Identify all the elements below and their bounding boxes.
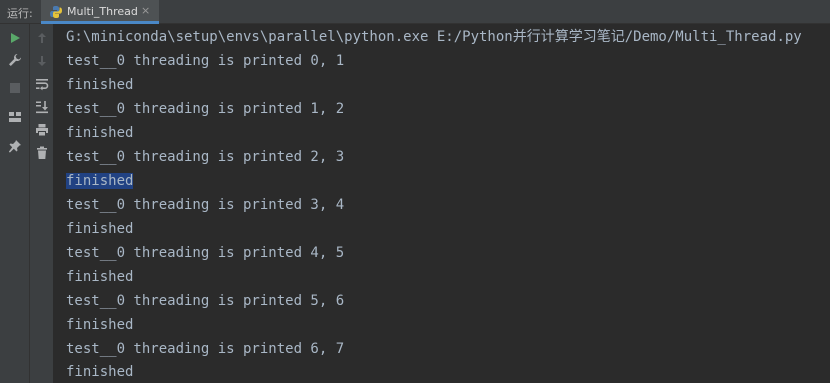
console-line: test__0 threading is printed 6, 7 <box>66 341 345 357</box>
pin-icon[interactable] <box>7 138 23 154</box>
console-line: test__0 threading is printed 1, 2 <box>66 101 345 117</box>
console-line: test__0 threading is printed 2, 3 <box>66 149 345 165</box>
text-selection: finished <box>66 173 134 189</box>
tab-title: Multi_Thread <box>67 5 138 18</box>
console-line: test__0 threading is printed 5, 6 <box>66 293 345 309</box>
console-line-selected: finished <box>66 171 134 191</box>
soft-wrap-icon[interactable] <box>34 76 50 92</box>
run-label: 运行: <box>7 7 33 20</box>
console-line: finished <box>66 125 134 141</box>
scroll-to-end-icon[interactable] <box>34 99 50 115</box>
console-line: test__0 threading is printed 4, 5 <box>66 245 345 261</box>
down-arrow-icon[interactable] <box>34 53 50 69</box>
console-line: finished <box>66 221 134 237</box>
console-line: test__0 threading is printed 3, 4 <box>66 197 345 213</box>
close-icon[interactable]: × <box>141 4 150 17</box>
console-line: test__0 threading is printed 0, 1 <box>66 53 345 69</box>
console-command-line: G:\miniconda\setup\envs\parallel\python.… <box>66 29 802 45</box>
run-icon[interactable] <box>7 30 23 46</box>
run-toolbar-left <box>0 24 30 383</box>
trash-icon[interactable] <box>34 145 50 161</box>
console-line: finished <box>66 269 134 285</box>
wrench-icon[interactable] <box>7 52 23 68</box>
console-line: finished <box>66 77 134 93</box>
stop-icon[interactable] <box>7 80 23 96</box>
tab-multi-thread[interactable]: Multi_Thread × <box>41 0 159 24</box>
run-toolbar-right <box>30 24 54 383</box>
up-arrow-icon[interactable] <box>34 30 50 46</box>
print-icon[interactable] <box>34 122 50 138</box>
run-tab-bar: 运行: Multi_Thread × <box>0 0 830 24</box>
layout-icon[interactable] <box>7 109 23 125</box>
python-icon <box>49 4 63 18</box>
run-tool-window: 运行: Multi_Thread × G:\miniconda\setup\en… <box>0 0 830 383</box>
console-output[interactable]: G:\miniconda\setup\envs\parallel\python.… <box>55 24 830 383</box>
console-line: finished <box>66 364 134 380</box>
console-line: finished <box>66 317 134 333</box>
